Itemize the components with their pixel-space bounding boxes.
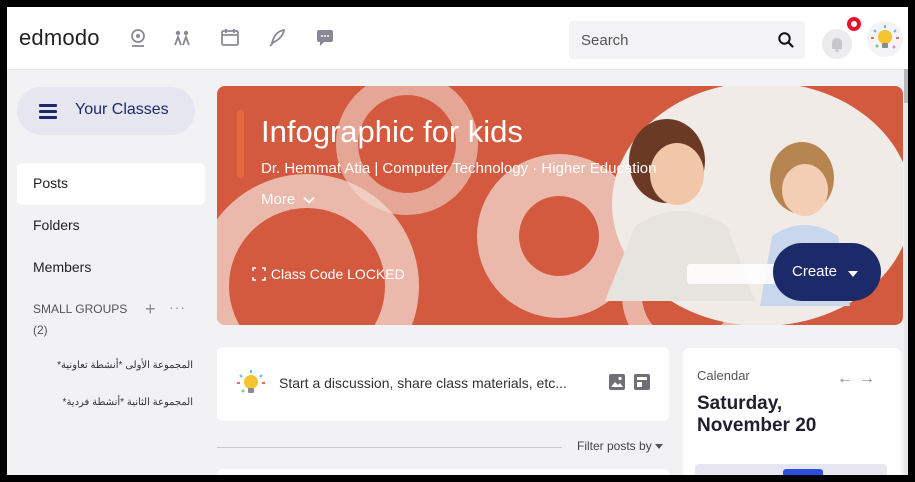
edmodo-logo[interactable]: edmodo — [19, 25, 100, 51]
notifications-button[interactable] — [822, 29, 852, 59]
banner-accent-bar — [237, 110, 244, 178]
small-groups-heading: SMALL GROUPS — [33, 302, 128, 316]
your-classes-button[interactable]: Your Classes — [17, 87, 195, 135]
search-input[interactable] — [581, 21, 771, 59]
class-banner: Infographic for kids Dr. Hemmat Atia | C… — [217, 86, 903, 325]
discover-icon[interactable] — [127, 27, 149, 49]
scrollbar-thumb[interactable] — [904, 69, 908, 103]
create-label: Create — [792, 263, 838, 280]
calendar-label: Calendar — [697, 368, 750, 383]
more-link[interactable]: More — [261, 191, 315, 208]
more-options-icon[interactable]: ··· — [169, 299, 186, 315]
lightbulb-avatar-icon — [237, 370, 265, 393]
bell-icon — [832, 38, 842, 53]
sidebar-item-label: Members — [33, 259, 92, 275]
top-bar: edmodo — [7, 7, 908, 70]
chevron-down-icon — [303, 196, 315, 204]
sidebar-group-1[interactable]: المجموعة الأولى *أنشطة تعاونية* — [27, 360, 193, 371]
more-label: More — [261, 191, 296, 208]
sidebar-item-posts[interactable]: Posts — [17, 163, 205, 205]
composer-placeholder[interactable]: Start a discussion, share class material… — [279, 375, 567, 391]
calendar-widget: Calendar ←→ Saturday, November 20 — [683, 348, 901, 475]
code-frame-icon — [252, 267, 266, 281]
create-button[interactable]: Create — [773, 243, 881, 301]
sidebar-item-folders[interactable]: Folders — [17, 205, 205, 247]
scrollbar-track[interactable] — [904, 69, 908, 475]
caret-down-icon — [655, 444, 664, 449]
calendar-event-item[interactable] — [695, 464, 887, 475]
network-icon[interactable] — [171, 27, 193, 49]
divider — [217, 447, 562, 448]
avatar[interactable] — [867, 21, 903, 57]
calendar-icon[interactable] — [219, 27, 241, 49]
class-code[interactable]: Class Code LOCKED — [251, 266, 405, 282]
lightbulb-avatar-icon — [871, 25, 899, 49]
post-card — [217, 469, 669, 475]
arrow-right-icon[interactable]: → — [859, 370, 881, 387]
class-code-label: Class Code LOCKED — [270, 266, 405, 282]
caret-down-icon — [848, 271, 858, 277]
calendar-nav: ←→ — [837, 370, 881, 388]
filter-label: Filter posts by — [577, 439, 652, 453]
class-subtitle: Dr. Hemmat Atia | Computer Technology · … — [261, 160, 657, 177]
banner-more-icon[interactable]: ... — [748, 262, 764, 280]
sidebar-item-members[interactable]: Members — [17, 247, 205, 289]
image-icon[interactable] — [608, 373, 626, 391]
sidebar-group-2[interactable]: المجموعة الثانية *أنشطة فردية* — [27, 397, 193, 408]
chat-icon[interactable] — [314, 27, 336, 49]
class-title: Infographic for kids — [261, 114, 523, 149]
rocket-icon[interactable] — [266, 27, 288, 49]
calendar-day: Saturday, — [697, 393, 783, 414]
add-group-icon[interactable]: + — [145, 299, 156, 320]
file-icon[interactable] — [633, 373, 651, 391]
your-classes-label: Your Classes — [75, 101, 169, 118]
sidebar-item-label: Posts — [33, 175, 69, 191]
search-icon[interactable] — [777, 31, 795, 49]
hamburger-icon — [39, 104, 57, 119]
arrow-left-icon[interactable]: ← — [837, 370, 859, 387]
new-badge — [783, 469, 823, 475]
sidebar-item-label: Folders — [33, 217, 80, 233]
small-groups-count: (2) — [33, 323, 48, 337]
app-window: edmodo Search Your Classes Posts Folders… — [7, 7, 908, 475]
notification-badge — [845, 15, 863, 33]
calendar-date: November 20 — [697, 415, 817, 436]
search-box — [569, 21, 805, 59]
filter-posts-button[interactable]: Filter posts by — [577, 439, 664, 453]
post-composer[interactable]: Start a discussion, share class material… — [217, 347, 669, 421]
